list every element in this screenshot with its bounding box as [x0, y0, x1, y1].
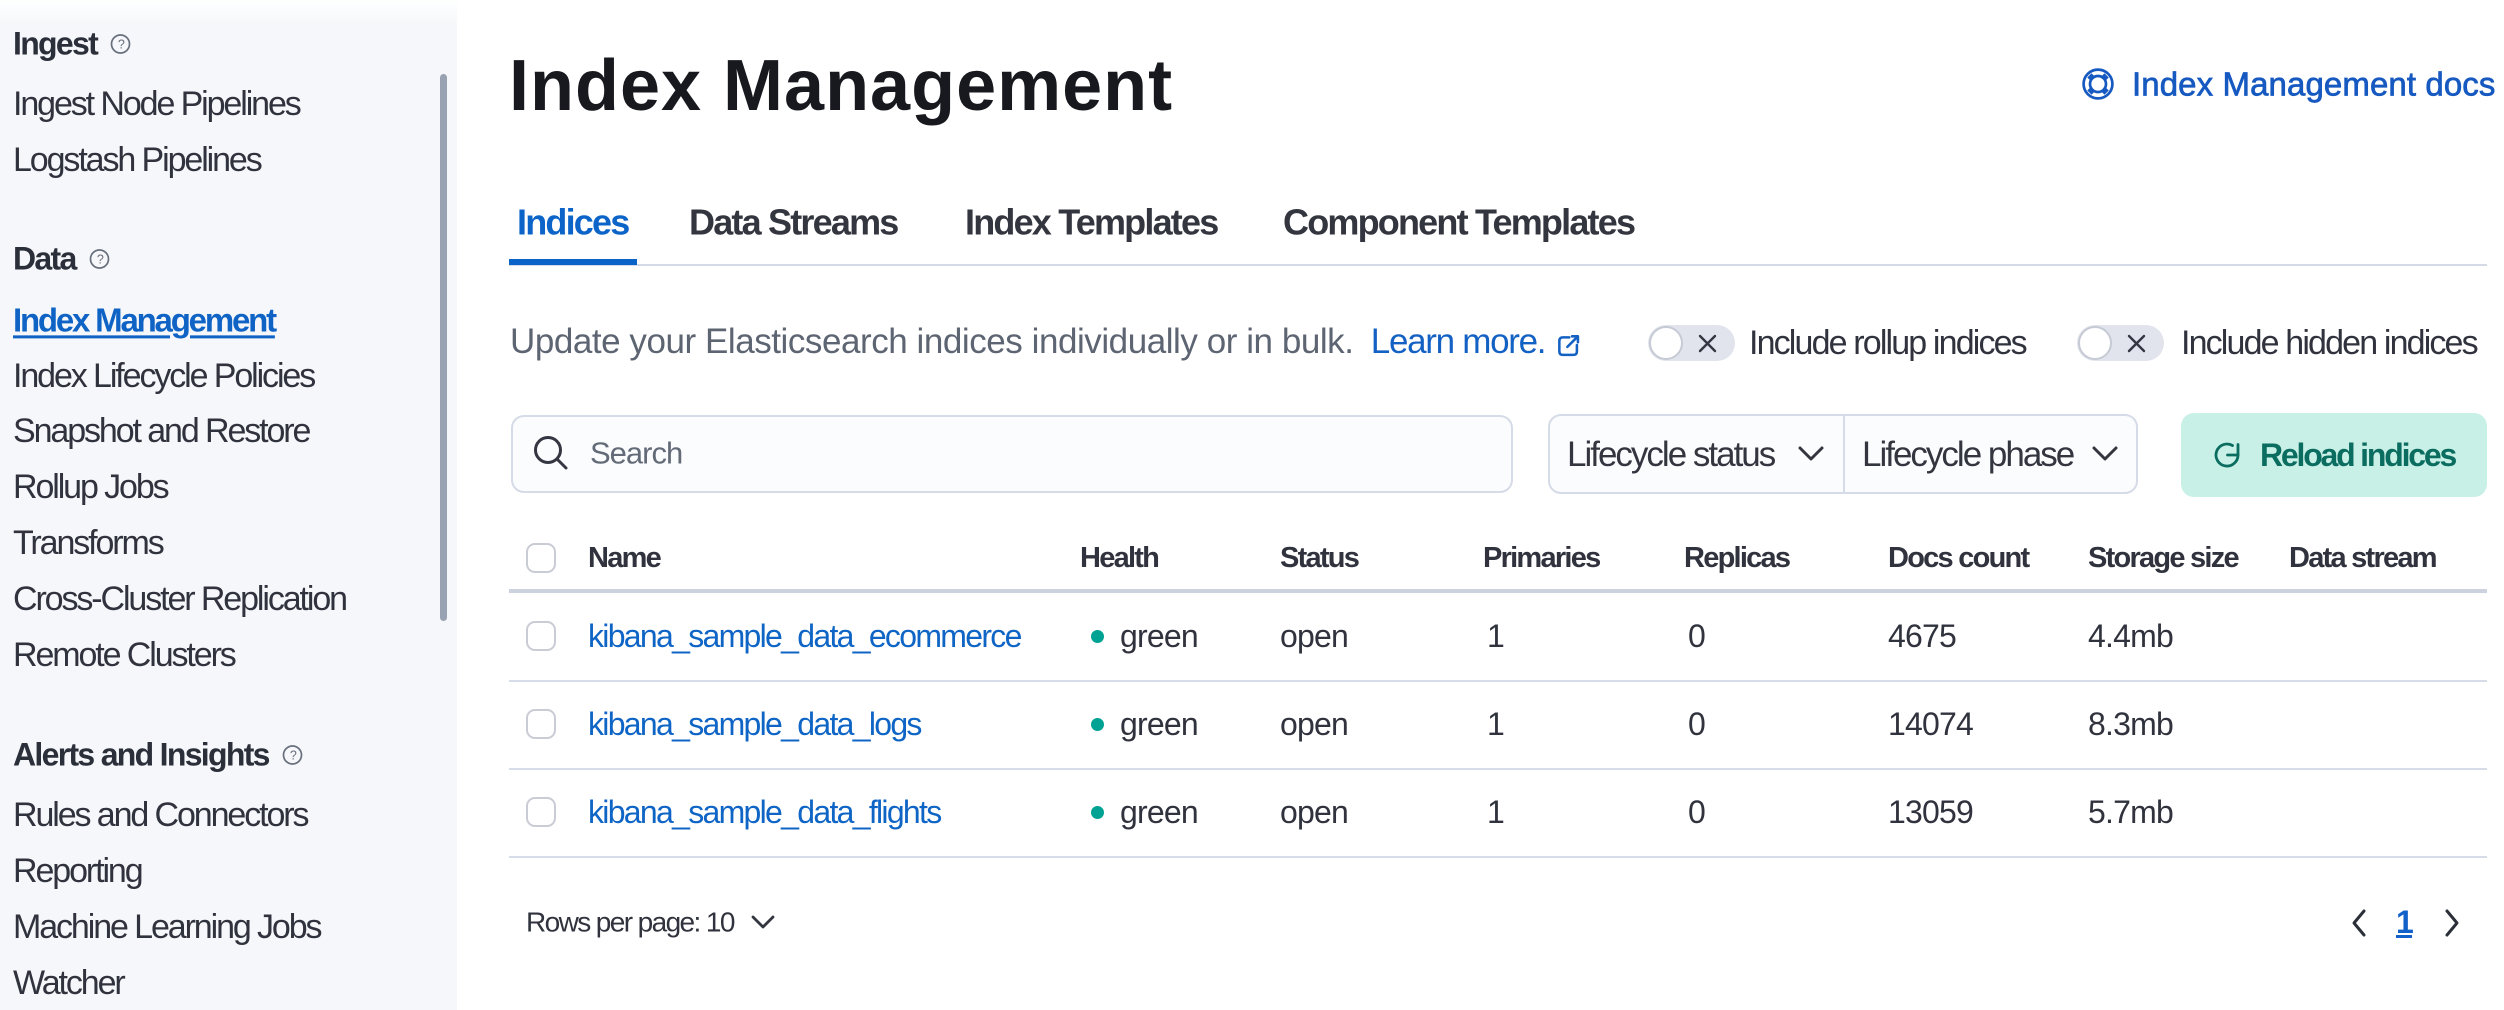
svg-text:?: ?: [290, 749, 297, 763]
svg-text:?: ?: [96, 253, 103, 267]
svg-text:?: ?: [118, 38, 125, 52]
